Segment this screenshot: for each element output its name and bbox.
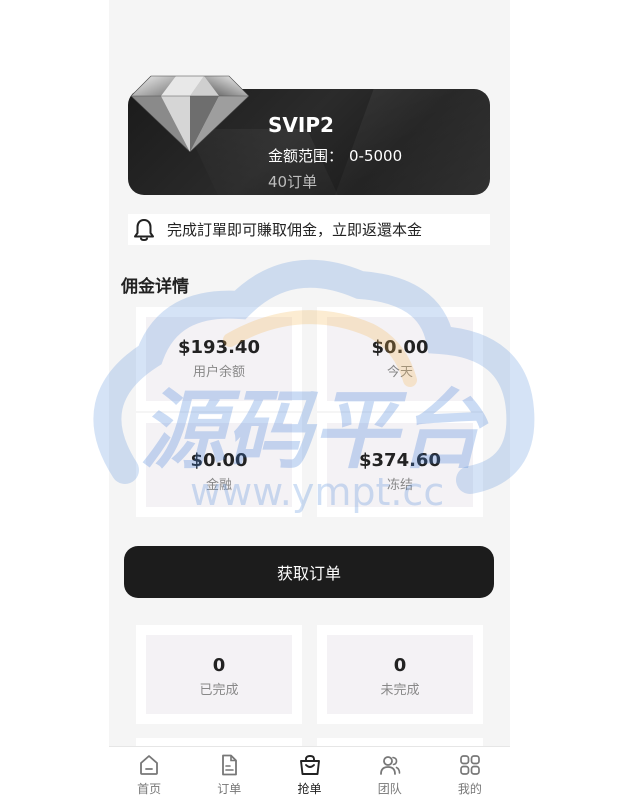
tab-orders[interactable]: 订单 xyxy=(189,747,269,801)
stat-value: $193.40 xyxy=(178,337,260,358)
get-orders-button[interactable]: 获取订单 xyxy=(124,546,494,598)
stat-label: 用户余额 xyxy=(192,365,245,380)
stat-value: $374.60 xyxy=(359,450,441,471)
vip-level: SVIP2 xyxy=(268,113,334,137)
stat-label: 今天 xyxy=(386,365,413,380)
bell-icon xyxy=(134,218,154,241)
amount-range: 金额范围： 0-5000 xyxy=(268,145,402,166)
order-quota: 40订单 xyxy=(268,173,318,191)
count-value: 0 xyxy=(212,655,226,676)
bottom-tab-bar: 首页 订单 抢单 团队 我的 xyxy=(109,746,510,801)
amount-range-label: 金额范围： xyxy=(268,147,344,165)
team-icon xyxy=(379,756,401,775)
tab-team[interactable]: 团队 xyxy=(350,747,430,801)
stat-label: 金融 xyxy=(205,478,232,493)
uncompleted-count-card: 0 未完成 xyxy=(317,625,483,724)
stat-today: $0.00 今天 xyxy=(317,307,483,411)
card-facet xyxy=(322,89,490,195)
tab-label: 首页 xyxy=(137,782,162,796)
app-screen: SVIP2 金额范围： 0-5000 40订单 完成訂單即可賺取佣金，立即返還本金… xyxy=(109,0,510,801)
amount-range-value: 0-5000 xyxy=(349,147,403,165)
count-label: 已完成 xyxy=(199,683,239,698)
tab-label: 我的 xyxy=(457,782,482,796)
stat-value: $0.00 xyxy=(190,450,248,471)
tab-grab-order[interactable]: 抢单 xyxy=(269,747,349,801)
stat-balance: $193.40 用户余额 xyxy=(136,307,302,411)
notice-bar: 完成訂單即可賺取佣金，立即返還本金 xyxy=(128,214,490,245)
count-value: 0 xyxy=(393,655,407,676)
notice-text: 完成訂單即可賺取佣金，立即返還本金 xyxy=(167,221,423,239)
stat-value: $0.00 xyxy=(371,337,429,358)
commission-title: 佣金详情 xyxy=(121,277,189,297)
document-icon xyxy=(222,754,238,776)
tab-label: 抢单 xyxy=(297,782,322,796)
tab-mine[interactable]: 我的 xyxy=(430,747,510,801)
tab-label: 订单 xyxy=(217,782,242,796)
stat-label: 冻结 xyxy=(386,478,413,493)
bag-icon xyxy=(299,755,320,775)
stat-finance: $0.00 金融 xyxy=(136,413,302,517)
diamond-icon xyxy=(131,75,249,152)
stat-frozen: $374.60 冻结 xyxy=(317,413,483,517)
completed-count-card: 0 已完成 xyxy=(136,625,302,724)
tab-label: 团队 xyxy=(377,782,402,796)
grid-icon xyxy=(460,755,480,775)
tab-home[interactable]: 首页 xyxy=(109,747,189,801)
home-icon xyxy=(140,755,158,775)
count-label: 未完成 xyxy=(380,683,420,698)
